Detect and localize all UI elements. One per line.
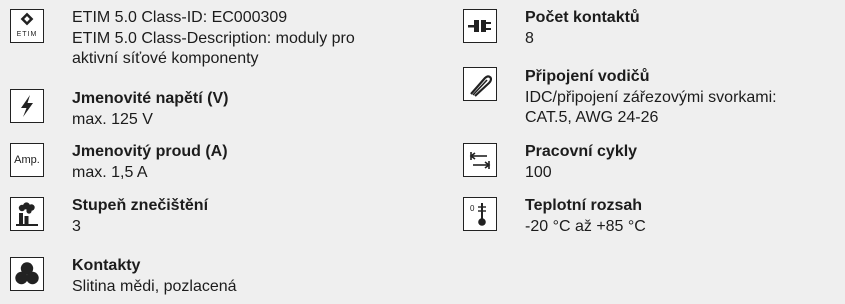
cycle-arrows-icon <box>463 143 497 177</box>
current-value: max. 1,5 A <box>72 163 148 181</box>
contacts-icon <box>10 257 44 291</box>
current-label: Jmenovitý proud (A) <box>72 143 228 160</box>
cycles-spec: Pracovní cykly 100 <box>525 142 637 183</box>
svg-text:0: 0 <box>470 204 475 213</box>
contacts-spec: Kontakty Slitina mědi, pozlacená <box>72 256 237 297</box>
wire-connection-value-cont: CAT.5, AWG 24-26 <box>525 109 659 126</box>
temperature-spec: Teplotní rozsah -20 °C až +85 °C <box>525 196 646 237</box>
temperature-label: Teplotní rozsah <box>525 197 643 214</box>
spec-sheet: ETIM ETIM 5.0 Class-ID: EC000309 ETIM 5.… <box>0 0 845 304</box>
cycles-value: 100 <box>525 163 552 181</box>
factory-smoke-icon <box>10 197 44 231</box>
pollution-label: Stupeň znečištění <box>72 197 209 214</box>
wire-connection-spec: Připojení vodičů IDC/připojení zářezovým… <box>525 67 777 129</box>
contact-count-label: Počet kontaktů <box>525 9 640 26</box>
cycles-label: Pracovní cykly <box>525 143 638 160</box>
wire-cable-icon <box>463 67 497 101</box>
etim-info: ETIM 5.0 Class-ID: EC000309 ETIM 5.0 Cla… <box>72 8 355 70</box>
wire-connection-value: IDC/připojení zářezovými svorkami: <box>525 88 777 106</box>
pollution-value: 3 <box>72 217 81 235</box>
etim-icon-text: ETIM <box>17 31 38 38</box>
wire-connection-label: Připojení vodičů <box>525 68 650 85</box>
temperature-value: -20 °C až +85 °C <box>525 217 646 235</box>
pollution-spec: Stupeň znečištění 3 <box>72 196 208 237</box>
lightning-bolt-icon <box>10 89 44 123</box>
thermometer-icon: 0 <box>463 197 497 231</box>
contact-count-value: 8 <box>525 29 534 47</box>
amp-icon: Amp. <box>10 143 44 177</box>
etim-class-description-cont: aktivní síťové komponenty <box>72 50 259 67</box>
etim-icon: ETIM <box>10 9 44 43</box>
voltage-label: Jmenovité napětí (V) <box>72 90 229 107</box>
etim-class-id: ETIM 5.0 Class-ID: EC000309 <box>72 9 288 26</box>
voltage-value: max. 125 V <box>72 110 153 128</box>
contacts-label: Kontakty <box>72 257 141 274</box>
contact-count-spec: Počet kontaktů 8 <box>525 8 640 49</box>
etim-diamond <box>20 12 34 26</box>
amp-icon-text: Amp. <box>14 154 40 166</box>
etim-class-description: ETIM 5.0 Class-Description: moduly pro <box>72 29 355 47</box>
plug-connector-icon <box>463 9 497 43</box>
current-spec: Jmenovitý proud (A) max. 1,5 A <box>72 142 228 183</box>
contacts-value: Slitina mědi, pozlacená <box>72 277 237 295</box>
voltage-spec: Jmenovité napětí (V) max. 125 V <box>72 89 228 130</box>
